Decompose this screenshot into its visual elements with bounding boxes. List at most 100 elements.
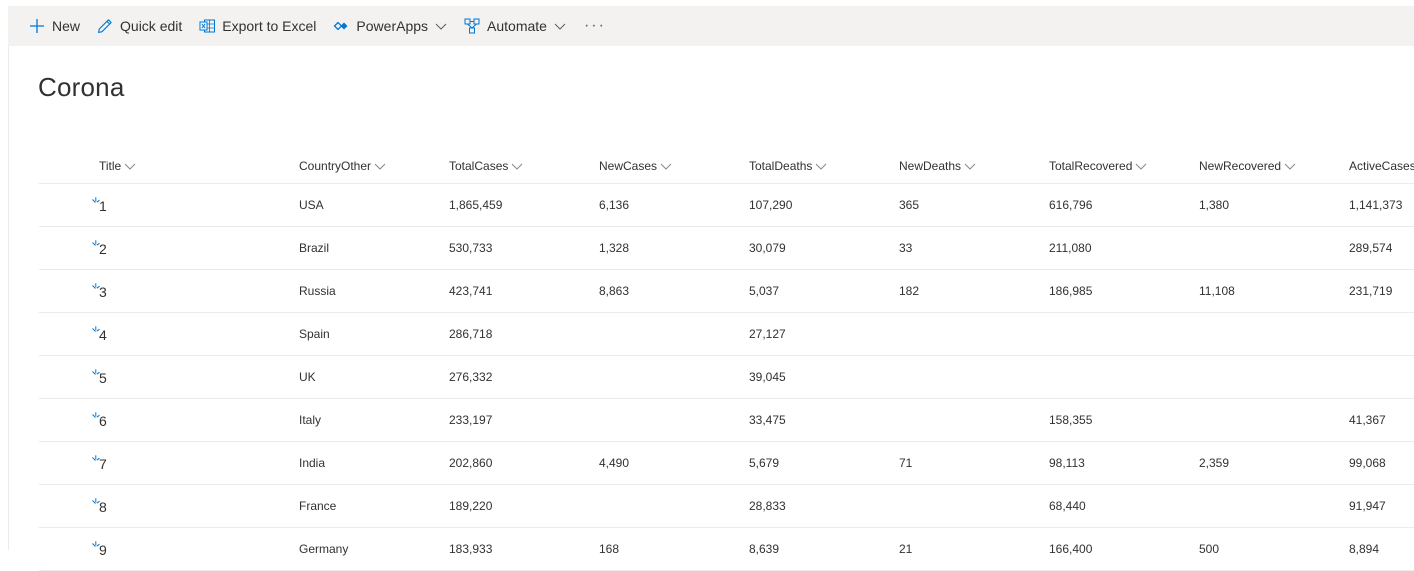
column-header-label: TotalDeaths: [749, 158, 813, 173]
chevron-down-icon: [374, 160, 386, 172]
total-cases-cell: 286,718: [449, 327, 493, 341]
total-deaths-cell: 107,290: [749, 198, 793, 212]
export-to-excel-button[interactable]: Export to Excel: [190, 6, 324, 46]
active-cases-cell: 99,068: [1349, 456, 1386, 470]
column-header-label: TotalCases: [449, 158, 509, 173]
column-header-label: CountryOther: [299, 158, 372, 173]
command-bar: New Quick edit Export to Excel PowerApps: [8, 6, 1414, 46]
table-row[interactable]: 1 USA 1,865,459 6,136 107,290 365 616,796 1,380…: [39, 184, 1414, 227]
title-cell[interactable]: 7: [92, 442, 132, 484]
title-link[interactable]: 3: [99, 284, 107, 300]
country-cell: France: [299, 499, 337, 513]
new-recovered-cell: 1,380: [1199, 198, 1230, 212]
total-cases-cell: 202,860: [449, 456, 493, 470]
title-link[interactable]: 2: [99, 241, 107, 257]
total-deaths-cell: 28,833: [749, 499, 786, 513]
column-header-title[interactable]: Title: [99, 148, 136, 183]
powerapps-label: PowerApps: [356, 18, 429, 34]
total-recovered-cell: 158,355: [1049, 413, 1093, 427]
active-cases-cell: 289,574: [1349, 241, 1393, 255]
title-cell[interactable]: 6: [92, 399, 132, 441]
page-left-border: [8, 46, 9, 550]
column-header-label: NewCases: [599, 158, 658, 173]
title-link[interactable]: 8: [99, 499, 107, 515]
column-header-totaldeaths[interactable]: TotalDeaths: [749, 148, 827, 183]
chevron-down-icon: [1284, 160, 1296, 172]
table-row[interactable]: 2 Brazil 530,733 1,328 30,079 33 211,080 289,57…: [39, 227, 1414, 270]
total-deaths-cell: 30,079: [749, 241, 786, 255]
table-row[interactable]: 3 Russia 423,741 8,863 5,037 182 186,985 11,108…: [39, 270, 1414, 313]
chevron-down-icon: [124, 160, 136, 172]
title-cell[interactable]: 4: [92, 313, 132, 355]
list-rows: 1 USA 1,865,459 6,136 107,290 365 616,796 1,380…: [39, 184, 1414, 571]
title-cell[interactable]: 2: [92, 227, 132, 269]
table-row[interactable]: 8 France 189,220 28,833 68,440 91,947: [39, 485, 1414, 528]
plus-icon: [28, 17, 46, 35]
active-cases-cell: 8,894: [1349, 542, 1380, 556]
total-recovered-cell: 186,985: [1049, 284, 1093, 298]
title-cell[interactable]: 8: [92, 485, 132, 527]
excel-icon: [198, 17, 216, 35]
total-cases-cell: 423,741: [449, 284, 493, 298]
more-options-button[interactable]: ···: [574, 6, 616, 46]
total-recovered-cell: 166,400: [1049, 542, 1093, 556]
title-cell[interactable]: 1: [92, 184, 132, 226]
column-header-label: Title: [99, 158, 122, 173]
title-cell[interactable]: 3: [92, 270, 132, 312]
quick-edit-label: Quick edit: [120, 18, 183, 34]
table-row[interactable]: 6 Italy 233,197 33,475 158,355 41,367: [39, 399, 1414, 442]
title-link[interactable]: 6: [99, 413, 107, 429]
table-row[interactable]: 5 UK 276,332 39,045: [39, 356, 1414, 399]
new-recovered-cell: 11,108: [1199, 284, 1235, 298]
new-cases-cell: 6,136: [599, 198, 630, 212]
new-recovered-cell: 500: [1199, 542, 1220, 556]
new-button[interactable]: New: [8, 6, 88, 46]
column-header-countryother[interactable]: CountryOther: [299, 148, 386, 183]
column-header-row: Title CountryOther TotalCases NewCases T…: [39, 148, 1414, 184]
total-cases-cell: 530,733: [449, 241, 493, 255]
column-header-label: NewRecovered: [1199, 158, 1282, 173]
title-link[interactable]: 9: [99, 542, 107, 558]
export-to-excel-label: Export to Excel: [222, 18, 317, 34]
total-deaths-cell: 27,127: [749, 327, 786, 341]
new-cases-cell: 1,328: [599, 241, 630, 255]
table-row[interactable]: 4 Spain 286,718 27,127: [39, 313, 1414, 356]
column-header-newdeaths[interactable]: NewDeaths: [899, 148, 976, 183]
more-options-label: ···: [583, 17, 606, 34]
new-deaths-cell: 21: [899, 542, 913, 556]
total-cases-cell: 233,197: [449, 413, 493, 427]
chevron-down-icon: [964, 160, 976, 172]
automate-menu[interactable]: Automate: [455, 6, 574, 46]
column-header-newcases[interactable]: NewCases: [599, 148, 672, 183]
title-link[interactable]: 1: [99, 198, 107, 214]
column-header-activecases[interactable]: ActiveCases: [1349, 148, 1414, 183]
chevron-down-icon: [435, 20, 447, 32]
title-link[interactable]: 4: [99, 327, 107, 343]
total-deaths-cell: 5,037: [749, 284, 780, 298]
new-cases-cell: 4,490: [599, 456, 630, 470]
country-cell: Russia: [299, 284, 336, 298]
column-header-totalcases[interactable]: TotalCases: [449, 148, 523, 183]
total-cases-cell: 1,865,459: [449, 198, 503, 212]
title-cell[interactable]: 5: [92, 356, 132, 398]
new-cases-cell: 8,863: [599, 284, 630, 298]
title-cell[interactable]: 9: [92, 528, 132, 570]
country-cell: Spain: [299, 327, 330, 341]
country-cell: Germany: [299, 542, 349, 556]
new-cases-cell: 168: [599, 542, 620, 556]
quick-edit-button[interactable]: Quick edit: [88, 6, 190, 46]
column-header-newrecovered[interactable]: NewRecovered: [1199, 148, 1296, 183]
chevron-down-icon: [554, 20, 566, 32]
chevron-down-icon: [815, 160, 827, 172]
title-link[interactable]: 5: [99, 370, 107, 386]
active-cases-cell: 91,947: [1349, 499, 1386, 513]
country-cell: UK: [299, 370, 316, 384]
list-grid: Title CountryOther TotalCases NewCases T…: [39, 148, 1414, 571]
automate-label: Automate: [487, 18, 547, 34]
title-link[interactable]: 7: [99, 456, 107, 472]
powerapps-menu[interactable]: PowerApps: [324, 6, 455, 46]
chevron-down-icon: [511, 160, 523, 172]
table-row[interactable]: 7 India 202,860 4,490 5,679 71 98,113 2,359 99,0…: [39, 442, 1414, 485]
column-header-totalrecovered[interactable]: TotalRecovered: [1049, 148, 1147, 183]
page-title: Corona: [38, 72, 125, 102]
